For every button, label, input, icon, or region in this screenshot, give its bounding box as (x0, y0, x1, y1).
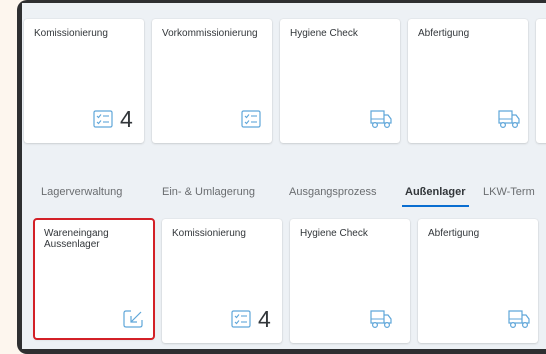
tab-ausgangsprozess[interactable]: Ausgangsprozess (289, 186, 376, 198)
tile-title: Vorkommissionierung (162, 28, 258, 39)
tile-title: Abfertigung (418, 28, 470, 39)
tile-komissionierung-bottom[interactable]: Komissionierung 4 (162, 219, 282, 343)
truck-icon (498, 110, 520, 129)
tile-wareneingang-aussenlager[interactable]: Wareneingang Aussenlager (33, 218, 155, 340)
tile-hygiene-check-top[interactable]: Hygiene Check (280, 19, 400, 143)
tab-ein-umlagerung[interactable]: Ein- & Umlagerung (162, 186, 255, 198)
tile-title: Hygiene Check (300, 228, 368, 239)
active-tab-indicator (402, 205, 469, 207)
tile-count: 4 (120, 106, 133, 132)
tile-count: 4 (258, 306, 271, 332)
tile-hygiene-check-bottom[interactable]: Hygiene Check (290, 219, 410, 343)
tile-title: Komissionierung (172, 228, 246, 239)
tile-komissionierung-top[interactable]: Komissionierung 4 (24, 19, 144, 143)
inbound-arrow-icon (123, 310, 143, 328)
checklist-icon (241, 110, 261, 128)
truck-icon (370, 110, 392, 129)
tile-title: Wareneingang Aussenlager (44, 228, 109, 250)
tile-title: Hygiene Check (290, 28, 358, 39)
tile-vorkommissionierung[interactable]: Vorkommissionierung (152, 19, 272, 143)
tile-abfertigung-top[interactable]: Abfertigung (408, 19, 528, 143)
tile-partial-top[interactable] (536, 19, 546, 143)
group-tab-bar: Lagerverwaltung Ein- & Umlagerung Ausgan… (22, 176, 546, 212)
tab-lkw-term[interactable]: LKW-Term (483, 186, 535, 198)
tab-label: Außenlager (405, 186, 466, 198)
launchpad-screen: Komissionierung 4 Vorkommissionierung Hy… (22, 3, 546, 349)
truck-icon (508, 310, 530, 329)
tab-lagerverwaltung[interactable]: Lagerverwaltung (41, 186, 122, 198)
checklist-icon (231, 310, 251, 328)
checklist-icon (93, 110, 113, 128)
truck-icon (370, 310, 392, 329)
tile-title: Abfertigung (428, 228, 480, 239)
tile-abfertigung-bottom[interactable]: Abfertigung (418, 219, 538, 343)
tile-title: Komissionierung (34, 28, 108, 39)
tab-aussenlager[interactable]: Außenlager (402, 186, 469, 207)
